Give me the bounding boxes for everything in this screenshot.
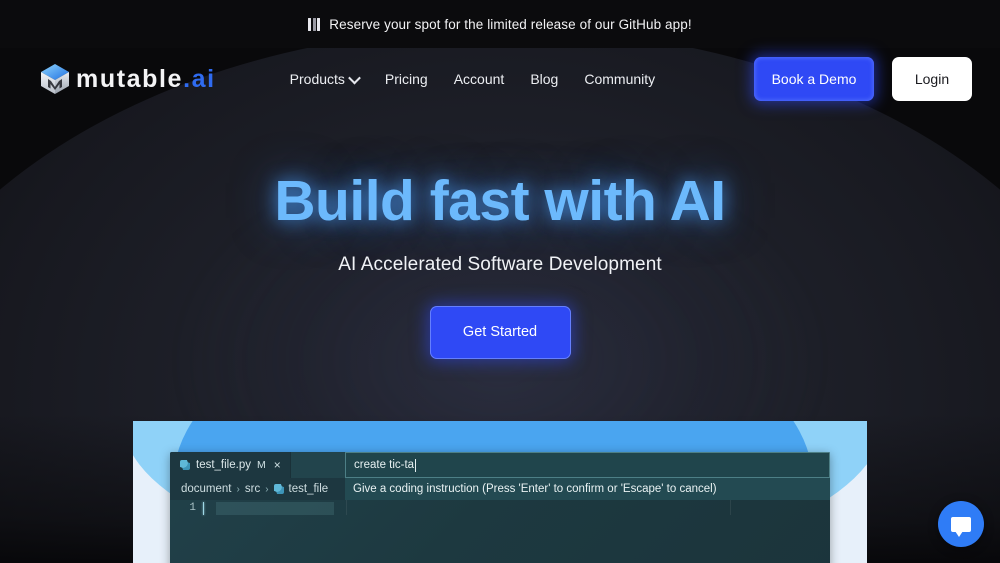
coding-instruction-overlay: create tic-ta Give a coding instruction … bbox=[345, 452, 830, 500]
editor-tab-test-file[interactable]: test_file.py M × bbox=[170, 452, 291, 478]
book-a-demo-button[interactable]: Book a Demo bbox=[754, 57, 874, 101]
announcement-banner[interactable]: Reserve your spot for the limited releas… bbox=[0, 0, 1000, 48]
close-icon[interactable]: × bbox=[272, 459, 281, 471]
mutable-cube-logo-icon bbox=[40, 63, 70, 95]
book-bars-icon bbox=[308, 18, 320, 31]
hero-section: Build fast with AI AI Accelerated Softwa… bbox=[0, 172, 1000, 359]
breadcrumb-item-src[interactable]: src bbox=[245, 483, 260, 495]
main-navigation: Products Pricing Account Blog Community bbox=[290, 71, 655, 87]
page-title: Build fast with AI bbox=[0, 172, 1000, 232]
nav-item-pricing[interactable]: Pricing bbox=[385, 71, 428, 87]
coding-instruction-hint: Give a coding instruction (Press 'Enter'… bbox=[345, 478, 830, 500]
editor-indent-guide bbox=[346, 500, 347, 515]
python-file-icon bbox=[180, 460, 190, 470]
nav-item-label: Products bbox=[290, 71, 345, 87]
nav-item-label: Community bbox=[584, 71, 655, 87]
nav-item-products[interactable]: Products bbox=[290, 71, 359, 87]
page-root: Reserve your spot for the limited releas… bbox=[0, 0, 1000, 563]
editor-indent-guide bbox=[730, 500, 731, 515]
site-header: mutable.ai Products Pricing Account Blog… bbox=[0, 48, 1000, 110]
editor-tab-modified-badge: M bbox=[257, 459, 266, 471]
hero-cta-wrapper: Get Started bbox=[0, 306, 1000, 359]
breadcrumb-separator-icon: › bbox=[237, 484, 240, 495]
logo-text: mutable.ai bbox=[76, 65, 216, 94]
nav-item-blog[interactable]: Blog bbox=[530, 71, 558, 87]
chat-launcher-button[interactable] bbox=[938, 501, 984, 547]
header-actions: Book a Demo Login bbox=[754, 57, 972, 101]
nav-item-label: Blog bbox=[530, 71, 558, 87]
chevron-down-icon bbox=[348, 71, 361, 84]
logo-suffix: .ai bbox=[183, 65, 216, 93]
coding-instruction-input[interactable]: create tic-ta bbox=[345, 452, 830, 478]
login-button[interactable]: Login bbox=[892, 57, 972, 101]
nav-item-community[interactable]: Community bbox=[584, 71, 655, 87]
logo[interactable]: mutable.ai bbox=[40, 63, 216, 95]
input-caret bbox=[415, 459, 416, 472]
python-file-icon bbox=[274, 484, 284, 494]
editor-line-number: 1 bbox=[170, 502, 203, 514]
code-editor-window: test_file.py M × document › src › test_f… bbox=[170, 452, 830, 563]
editor-text-caret bbox=[203, 502, 204, 515]
editor-line-1: 1 bbox=[170, 500, 830, 515]
editor-tab-filename: test_file.py bbox=[196, 459, 251, 471]
product-screenshot: test_file.py M × document › src › test_f… bbox=[133, 421, 867, 563]
nav-item-account[interactable]: Account bbox=[454, 71, 505, 87]
nav-item-label: Pricing bbox=[385, 71, 428, 87]
announcement-banner-text: Reserve your spot for the limited releas… bbox=[329, 17, 691, 32]
coding-instruction-value: create tic-ta bbox=[354, 459, 414, 471]
breadcrumb-item-document[interactable]: document bbox=[181, 483, 232, 495]
nav-item-label: Account bbox=[454, 71, 505, 87]
breadcrumb-item-test-file[interactable]: test_file bbox=[289, 483, 329, 495]
hero-subtitle: AI Accelerated Software Development bbox=[0, 254, 1000, 276]
chat-bubble-icon bbox=[951, 517, 971, 532]
editor-code-area[interactable]: 1 bbox=[170, 500, 830, 515]
logo-word: mutable bbox=[76, 65, 183, 93]
editor-line-highlight bbox=[216, 502, 334, 515]
get-started-button[interactable]: Get Started bbox=[430, 306, 571, 359]
breadcrumb-separator-icon: › bbox=[265, 484, 268, 495]
